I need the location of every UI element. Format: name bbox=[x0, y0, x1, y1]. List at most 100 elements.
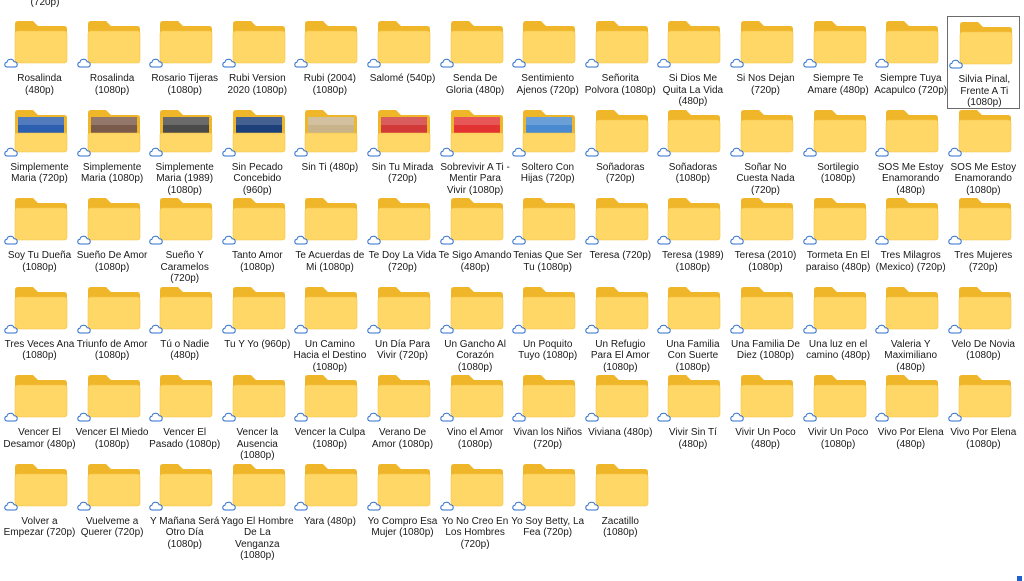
folder-item[interactable]: Sin Tu Mirada (720p) bbox=[366, 105, 439, 198]
folder-item[interactable]: Teresa (720p) bbox=[584, 193, 657, 286]
folder-item[interactable]: Sobrevivir A Ti - Mentir Para Vivir (108… bbox=[439, 105, 512, 198]
folder-item[interactable]: Soñadoras (720p) bbox=[584, 105, 657, 198]
folder-icon bbox=[449, 461, 505, 507]
folder-item[interactable]: Siempre Te Amare (480p) bbox=[802, 16, 875, 109]
folder-item[interactable]: Señorita Polvora (1080p) bbox=[584, 16, 657, 109]
folder-item[interactable]: Sin Ti (480p) bbox=[293, 105, 366, 198]
folder-item[interactable]: Volver a Empezar (720p) bbox=[3, 459, 76, 552]
folder-item[interactable]: Simplemente Maria (1080p) bbox=[76, 105, 149, 198]
folder-icon bbox=[521, 461, 577, 507]
folder-item[interactable]: Un Día Para Vivir (720p) bbox=[366, 282, 439, 375]
folder-item[interactable]: Vivo Por Elena (1080p) bbox=[947, 370, 1020, 463]
folder-label: Verano De Amor (1080p) bbox=[371, 427, 434, 450]
folder-item[interactable]: Tu Y Yo (960p) bbox=[221, 282, 294, 375]
folder-item[interactable]: Una Familia Con Suerte (1080p) bbox=[656, 282, 729, 375]
folder-item[interactable]: Un Poquito Tuyo (1080p) bbox=[511, 282, 584, 375]
folder-item[interactable]: Velo De Novia (1080p) bbox=[947, 282, 1020, 375]
folder-item[interactable]: Tres Veces Ana (1080p) bbox=[3, 282, 76, 375]
scrollbar-marker[interactable] bbox=[1017, 576, 1022, 581]
folder-label: Un Camino Hacia el Destino (1080p) bbox=[293, 338, 367, 373]
folder-item[interactable]: Un Refugio Para El Amor (1080p) bbox=[584, 282, 657, 375]
cloud-status-icon bbox=[76, 324, 91, 334]
folder-item[interactable]: Yago El Hombre De La Venganza (1080p) bbox=[221, 459, 294, 561]
folder-item[interactable]: Te Acuerdas de Mi (1080p) bbox=[293, 193, 366, 286]
folder-item[interactable]: Simplemente Maria (1989) (1080p) bbox=[148, 105, 221, 198]
folder-item[interactable]: Sueño De Amor (1080p) bbox=[76, 193, 149, 286]
folder-item[interactable]: Sortilegio (1080p) bbox=[802, 105, 875, 198]
folder-item[interactable]: Rosalinda (480p) bbox=[3, 16, 76, 109]
folder-label: Tu Y Yo (960p) bbox=[224, 338, 291, 350]
cloud-status-icon bbox=[367, 324, 381, 334]
folder-item[interactable]: Vencer El Desamor (480p) bbox=[3, 370, 76, 463]
folder-icon bbox=[884, 18, 940, 64]
folder-item[interactable]: Tenias Que Ser Tu (1080p) bbox=[511, 193, 584, 286]
folder-label: Tanto Amor (1080p) bbox=[232, 250, 283, 273]
folder-item[interactable]: Teresa (1989) (1080p) bbox=[656, 193, 729, 286]
folder-icon bbox=[13, 195, 69, 241]
folder-label: Una luz en el camino (480p) bbox=[806, 338, 871, 362]
folder-icon bbox=[666, 18, 722, 64]
folder-item[interactable]: Vuelveme a Querer (720p) bbox=[76, 459, 149, 552]
folder-item[interactable]: Tanto Amor (1080p) bbox=[221, 193, 294, 286]
folder-icon bbox=[739, 195, 795, 241]
folder-item[interactable]: Rosalinda (1080p) bbox=[76, 16, 149, 109]
folder-item[interactable]: Sin Pecado Concebido (960p) bbox=[221, 105, 294, 198]
cloud-status-icon bbox=[367, 235, 381, 245]
folder-item[interactable]: Viviana (480p) bbox=[584, 370, 657, 463]
folder-item[interactable]: Vencer la Ausencia (1080p) bbox=[221, 370, 294, 463]
folder-item[interactable]: Sueño Y Caramelos (720p) bbox=[148, 193, 221, 286]
folder-item[interactable]: Te Sigo Amando (480p) bbox=[439, 193, 512, 286]
folder-item[interactable]: Soy Tu Dueña (1080p) bbox=[3, 193, 76, 286]
folder-item[interactable]: Un Gancho Al Corazón (1080p) bbox=[439, 282, 512, 375]
cloud-status-icon bbox=[657, 235, 672, 245]
cloud-status-icon bbox=[222, 58, 236, 68]
folder-item[interactable]: Sentimiento Ajenos (720p) bbox=[511, 16, 584, 109]
folder-item[interactable]: Te Doy La Vida (720p) bbox=[366, 193, 439, 286]
folder-item[interactable]: Rubi (2004) (1080p) bbox=[293, 16, 366, 109]
folder-item[interactable]: Yo Compro Esa Mujer (1080p) bbox=[366, 459, 439, 552]
folder-item[interactable]: Valeria Y Maximiliano (480p) bbox=[874, 282, 947, 375]
folder-item[interactable]: Soltero Con Hijas (720p) bbox=[511, 105, 584, 198]
folder-item[interactable]: Si Nos Dejan (720p) bbox=[729, 16, 802, 109]
folder-item[interactable]: Vencer El Miedo (1080p) bbox=[76, 370, 149, 463]
folder-item[interactable]: Un Camino Hacia el Destino (1080p) bbox=[293, 282, 366, 375]
folder-item[interactable]: Vivir Un Poco (1080p) bbox=[802, 370, 875, 463]
folder-item[interactable]: Rosario Tijeras (1080p) bbox=[148, 16, 221, 109]
folder-item[interactable]: Simplemente Maria (720p) bbox=[3, 105, 76, 198]
folder-item[interactable]: Vivir Un Poco (480p) bbox=[729, 370, 802, 463]
folder-label: SOS Me Estoy Enamorando (480p) bbox=[877, 161, 944, 196]
folder-item[interactable]: Si Dios Me Quita La Vida (480p) bbox=[656, 16, 729, 109]
folder-item[interactable]: Yo Soy Betty, La Fea (720p) bbox=[511, 459, 584, 552]
folder-item[interactable]: Soñar No Cuesta Nada (720p) bbox=[729, 105, 802, 198]
folder-item[interactable]: SOS Me Estoy Enamorando (480p) bbox=[874, 105, 947, 198]
folder-item[interactable]: Senda De Gloria (480p) bbox=[439, 16, 512, 109]
folder-item[interactable]: Vencer El Pasado (1080p) bbox=[148, 370, 221, 463]
folder-item[interactable]: Triunfo de Amor (1080p) bbox=[76, 282, 149, 375]
folder-item[interactable]: Yo No Creo En Los Hombres (720p) bbox=[439, 459, 512, 552]
folder-item[interactable]: Vino el Amor (1080p) bbox=[439, 370, 512, 463]
folder-item[interactable]: SOS Me Estoy Enamorando (1080p) bbox=[947, 105, 1020, 198]
folder-item[interactable]: Yara (480p) bbox=[293, 459, 366, 552]
folder-item[interactable]: Tú o Nadie (480p) bbox=[148, 282, 221, 375]
folder-item[interactable]: Vivan los Niños (720p) bbox=[511, 370, 584, 463]
folder-label: Te Doy La Vida (720p) bbox=[368, 250, 437, 273]
folder-item[interactable]: Silvia Pinal, Frente A Ti (1080p) bbox=[946, 16, 1020, 109]
folder-item[interactable]: Tres Mujeres (720p) bbox=[947, 193, 1020, 286]
folder-item[interactable]: Rubi Version 2020 (1080p) bbox=[221, 16, 294, 109]
folder-item[interactable]: Vivo Por Elena (480p) bbox=[874, 370, 947, 463]
folder-item[interactable]: Tres Milagros (Mexico) (720p) bbox=[874, 193, 947, 286]
folder-item[interactable]: Tormeta En El paraiso (480p) bbox=[802, 193, 875, 286]
folder-item[interactable]: Soñadoras (1080p) bbox=[656, 105, 729, 198]
cloud-status-icon bbox=[222, 412, 236, 422]
folder-item[interactable]: Zacatillo (1080p) bbox=[584, 459, 657, 552]
folder-item[interactable]: Y Mañana Será Otro Día (1080p) bbox=[148, 459, 221, 552]
folder-item[interactable]: Una Familia De Diez (1080p) bbox=[729, 282, 802, 375]
folder-item[interactable]: Teresa (2010) (1080p) bbox=[729, 193, 802, 286]
folder-item[interactable]: Vivir Sin Tí (480p) bbox=[656, 370, 729, 463]
folder-item[interactable]: Verano De Amor (1080p) bbox=[366, 370, 439, 463]
folder-label: Vivir Sin Tí (480p) bbox=[668, 427, 717, 450]
folder-item[interactable]: Vencer la Culpa (1080p) bbox=[293, 370, 366, 463]
folder-item[interactable]: Siempre Tuya Acapulco (720p) bbox=[874, 16, 947, 109]
folder-item[interactable]: Una luz en el camino (480p) bbox=[802, 282, 875, 375]
folder-item[interactable]: Salomé (540p) bbox=[366, 16, 439, 109]
